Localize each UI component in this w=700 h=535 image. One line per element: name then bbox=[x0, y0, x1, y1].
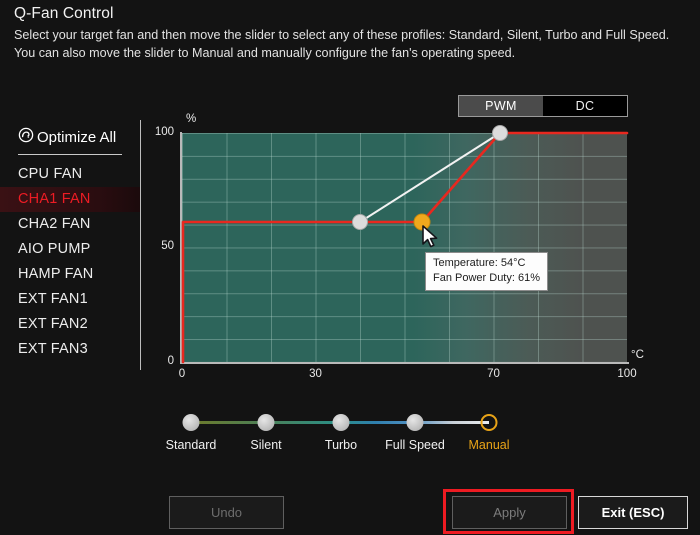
sidebar-item-ext-fan2[interactable]: EXT FAN2 bbox=[0, 312, 140, 337]
slider-node-standard[interactable] bbox=[182, 414, 200, 431]
x-tick-30: 30 bbox=[309, 368, 322, 380]
curve-point-tooltip: Temperature: 54°C Fan Power Duty: 61% bbox=[425, 252, 548, 291]
slider-label-full-speed[interactable]: Full Speed bbox=[385, 438, 445, 452]
apply-button[interactable]: Apply bbox=[452, 496, 567, 529]
header: Q-Fan Control Select your target fan and… bbox=[14, 4, 686, 62]
fan-curve-graphics[interactable] bbox=[181, 125, 629, 364]
slider-label-silent[interactable]: Silent bbox=[250, 438, 281, 452]
optimize-all-label: Optimize All bbox=[37, 128, 117, 146]
fan-profile-slider[interactable]: Standard Silent Turbo Full Speed Manual bbox=[166, 414, 510, 452]
sidebar-divider-vertical bbox=[140, 120, 141, 370]
mode-option-dc[interactable]: DC bbox=[543, 96, 627, 116]
undo-button[interactable]: Undo bbox=[169, 496, 284, 529]
x-tick-100: 100 bbox=[617, 368, 637, 380]
y-axis-unit-label: % bbox=[186, 113, 197, 125]
tooltip-fan-power-duty: Fan Power Duty: 61% bbox=[433, 272, 540, 284]
sidebar-item-cha2-fan[interactable]: CHA2 FAN bbox=[0, 212, 140, 237]
y-tick-50: 50 bbox=[161, 240, 174, 252]
tooltip-temperature: Temperature: 54°C bbox=[433, 257, 526, 269]
curve-point-1[interactable] bbox=[352, 214, 368, 230]
sidebar-item-cpu-fan[interactable]: CPU FAN bbox=[0, 162, 140, 187]
fan-mode-toggle[interactable]: PWM DC bbox=[458, 95, 628, 117]
mode-option-pwm[interactable]: PWM bbox=[459, 96, 543, 116]
sidebar-item-cha1-fan[interactable]: CHA1 FAN bbox=[0, 187, 140, 212]
y-tick-100: 100 bbox=[154, 126, 174, 138]
sidebar-item-ext-fan3[interactable]: EXT FAN3 bbox=[0, 337, 140, 362]
optimize-all-button[interactable]: Optimize All bbox=[0, 124, 140, 150]
page-title: Q-Fan Control bbox=[14, 5, 114, 22]
qfan-control-screen: Q-Fan Control Select your target fan and… bbox=[0, 0, 700, 535]
refresh-circle-icon bbox=[18, 127, 34, 148]
slider-node-turbo[interactable] bbox=[332, 414, 350, 431]
y-tick-0: 0 bbox=[167, 355, 174, 367]
slider-label-turbo[interactable]: Turbo bbox=[325, 438, 357, 452]
sidebar-item-ext-fan1[interactable]: EXT FAN1 bbox=[0, 287, 140, 312]
active-fan-curve bbox=[181, 131, 629, 364]
chart-x-axis bbox=[180, 362, 629, 364]
sidebar-item-aio-pump[interactable]: AIO PUMP bbox=[0, 237, 140, 262]
x-axis-unit-label: °C bbox=[631, 349, 644, 361]
page-description: Select your target fan and then move the… bbox=[14, 28, 670, 60]
fan-curve-chart[interactable]: % °C 100 50 0 0 30 70 100 bbox=[155, 113, 644, 380]
exit-button[interactable]: Exit (ESC) bbox=[578, 496, 688, 529]
slider-label-manual[interactable]: Manual bbox=[469, 438, 510, 452]
mouse-cursor-icon bbox=[422, 225, 438, 248]
slider-node-silent[interactable] bbox=[257, 414, 275, 431]
curve-point-3[interactable] bbox=[492, 125, 508, 141]
sidebar-item-hamp-fan[interactable]: HAMP FAN bbox=[0, 262, 140, 287]
slider-label-standard[interactable]: Standard bbox=[166, 438, 217, 452]
slider-node-full-speed[interactable] bbox=[406, 414, 424, 431]
sidebar-divider bbox=[18, 154, 122, 155]
x-tick-0: 0 bbox=[178, 368, 186, 380]
x-tick-70: 70 bbox=[487, 368, 500, 380]
slider-node-manual[interactable] bbox=[480, 414, 498, 431]
original-curve-ghost bbox=[359, 132, 501, 223]
fan-sidebar: Optimize All CPU FAN CHA1 FAN CHA2 FAN A… bbox=[0, 124, 140, 362]
